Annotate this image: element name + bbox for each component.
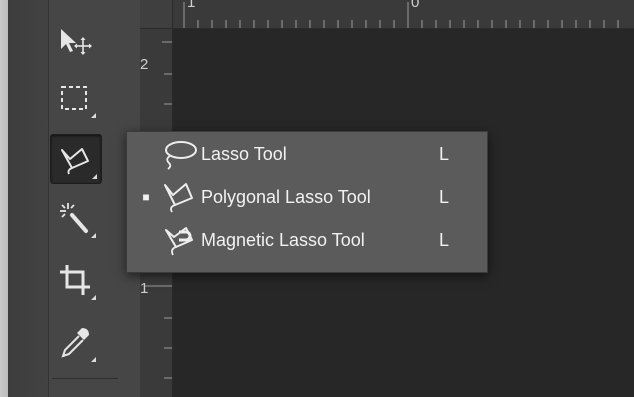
flyout-corner-icon xyxy=(91,113,96,118)
move-tool-button[interactable] xyxy=(50,16,100,64)
eyedropper-icon xyxy=(61,328,89,358)
menu-item-magnetic-lasso-tool[interactable]: Magnetic Lasso Tool L xyxy=(127,218,487,262)
ruler-label: 1 xyxy=(140,280,149,297)
ruler-origin[interactable] xyxy=(140,0,173,29)
magnetic-lasso-icon xyxy=(165,227,193,256)
menu-item-selected-mark: ■ xyxy=(142,190,150,204)
magic-wand-tool-button[interactable] xyxy=(50,194,100,242)
menu-item-label: Polygonal Lasso Tool xyxy=(201,186,371,207)
menu-item-lasso-tool[interactable]: Lasso Tool L xyxy=(127,132,487,176)
menu-item-label: Lasso Tool xyxy=(201,143,287,164)
menu-item-shortcut: L xyxy=(439,143,450,164)
polygonal-lasso-icon xyxy=(164,183,193,213)
menu-item-polygonal-lasso-tool[interactable]: ■ Polygonal Lasso Tool L xyxy=(127,175,487,219)
ruler-label: 1 xyxy=(187,0,196,11)
toolbar-divider xyxy=(52,378,118,379)
ruler-horizontal[interactable]: 1 0 xyxy=(140,0,634,29)
flyout-corner-icon xyxy=(91,233,96,238)
lasso-icon xyxy=(165,141,197,170)
flyout-corner-icon xyxy=(92,174,97,179)
outside-window-strip xyxy=(0,0,8,397)
ruler-ticks-horizontal xyxy=(183,2,619,28)
lasso-tools-flyout-menu: Lasso Tool L ■ Polygonal Lasso Tool L Ma… xyxy=(126,131,488,273)
lasso-tool-button[interactable] xyxy=(50,134,102,184)
flyout-corner-icon xyxy=(91,357,96,362)
menu-item-shortcut: L xyxy=(439,186,450,207)
flyout-corner-icon xyxy=(91,295,96,300)
magic-wand-icon xyxy=(60,203,88,233)
crop-tool-button[interactable] xyxy=(50,256,100,304)
rectangular-marquee-icon xyxy=(61,86,87,110)
menu-item-shortcut: L xyxy=(439,229,450,250)
eyedropper-tool-button[interactable] xyxy=(50,318,100,366)
ruler-label: 2 xyxy=(140,56,149,73)
move-icon xyxy=(61,29,92,55)
polygonal-lasso-icon xyxy=(61,148,89,175)
menu-item-label: Magnetic Lasso Tool xyxy=(201,229,365,250)
ruler-label: 0 xyxy=(411,0,420,11)
crop-icon xyxy=(60,265,90,295)
marquee-tool-button[interactable] xyxy=(50,74,100,122)
